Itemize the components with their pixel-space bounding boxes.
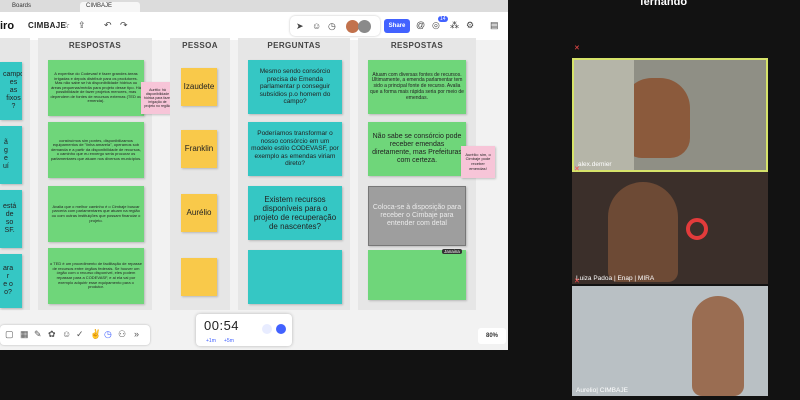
timer-add-5m[interactable]: +5m bbox=[224, 338, 234, 344]
sticky-note[interactable]: Avalia que o melhor caminho é o Cimbaje … bbox=[48, 186, 144, 242]
sticker-icon[interactable]: ✿ bbox=[48, 329, 56, 340]
reactions-icon[interactable]: ☺ bbox=[312, 21, 321, 31]
sticky-note[interactable]: o TED é um procedimento de facilitação d… bbox=[48, 248, 144, 304]
sticky-note[interactable]: construímos sim pontes, disponibilizamos… bbox=[48, 122, 144, 178]
column-title: RESPOSTAS bbox=[390, 41, 444, 50]
emoji-icon[interactable]: ☺ bbox=[62, 329, 71, 339]
brand-logo bbox=[686, 218, 708, 240]
edit-icon[interactable]: ✎ bbox=[34, 329, 42, 340]
collaboration-toolbar: ➤ ☺ ◷ bbox=[290, 16, 380, 36]
sticky-note[interactable]: está de so SF. bbox=[0, 190, 22, 248]
presenter-name: fernando bbox=[640, 0, 688, 8]
sticky-note[interactable]: ã g e uí bbox=[0, 126, 22, 184]
timer-tool-icon[interactable]: ◷ bbox=[104, 329, 112, 340]
sticky-note[interactable] bbox=[248, 250, 342, 304]
sticky-note[interactable]: campo es as fixos ? bbox=[0, 62, 22, 120]
timer-value: 00:54 bbox=[204, 318, 240, 333]
sticky-note[interactable]: Franklin bbox=[181, 130, 217, 168]
miro-toolbar: iro CIMBAJE ☆ ⇪ ↶ ↷ ➤ ☺ ◷ Share @ ◎ 14 ⁂… bbox=[0, 12, 508, 40]
sticky-note[interactable]: Izaudete bbox=[181, 68, 217, 106]
settings-icon[interactable]: ⚙ bbox=[466, 20, 474, 31]
sticky-note[interactable] bbox=[181, 258, 217, 296]
avatar[interactable] bbox=[358, 20, 371, 33]
mic-muted-icon: ✕ bbox=[574, 45, 580, 52]
expand-icon[interactable]: » bbox=[134, 329, 139, 339]
zoom-level[interactable]: 80% bbox=[478, 328, 506, 344]
column-respostas-1: RESPOSTAS A expertise do Codevasf é faze… bbox=[38, 38, 152, 310]
timer-icon[interactable]: ◷ bbox=[328, 21, 336, 32]
sticky-note[interactable]: Poderíamos transformar o nosso consórcio… bbox=[248, 122, 342, 176]
column-title: RESPOSTAS bbox=[68, 41, 122, 50]
participant-tile-1[interactable]: alex.demier bbox=[572, 58, 768, 172]
miro-logo: iro bbox=[0, 20, 15, 32]
sticky-note[interactable]: Mesmo sendo consórcio precisa de Emenda … bbox=[248, 60, 342, 114]
star-icon[interactable]: ☆ bbox=[62, 20, 70, 31]
sticky-note[interactable]: ara r e o o? bbox=[0, 254, 22, 308]
participant-name: alex.demier bbox=[578, 161, 612, 168]
participant-tile-3[interactable]: Aurelio| CIMBAJE bbox=[572, 286, 768, 396]
participant-tile-2[interactable]: Luiza Padoa | Enap | MIRA bbox=[572, 172, 768, 284]
participant-video bbox=[608, 182, 678, 282]
cursor-icon[interactable]: ➤ bbox=[296, 21, 304, 32]
mentions-icon[interactable]: @ bbox=[416, 20, 425, 30]
column-perguntas: PERGUNTAS Mesmo sendo consórcio precisa … bbox=[238, 38, 350, 310]
vote-icon[interactable]: ✓ bbox=[76, 329, 84, 340]
timer-add-1m[interactable]: +1m bbox=[206, 338, 216, 344]
undo-icon[interactable]: ↶ bbox=[104, 20, 112, 31]
sticky-note[interactable]: Existem recursos disponíveis para o proj… bbox=[248, 186, 342, 240]
stop-icon[interactable] bbox=[262, 324, 272, 334]
column-pessoa: PESSOA Izaudete Franklin Aurélio bbox=[170, 38, 230, 310]
video-call-screen: Boards CIMBAJE iro CIMBAJE ☆ ⇪ ↶ ↷ ➤ ☺ ◷… bbox=[0, 0, 800, 400]
export-icon[interactable]: ⇪ bbox=[78, 20, 86, 31]
pause-icon[interactable] bbox=[276, 324, 286, 334]
participant-video bbox=[692, 296, 744, 396]
notification-badge: 14 bbox=[438, 16, 448, 22]
sticky-note[interactable]: Não sabe se consórcio pode receber emend… bbox=[368, 122, 466, 176]
browser-tab-boards[interactable]: Boards bbox=[6, 2, 76, 12]
mic-muted-icon: ✕ bbox=[574, 278, 580, 285]
column-respostas-2: RESPOSTAS Atuam com diversas fontes de r… bbox=[358, 38, 476, 310]
column-title: PESSOA bbox=[182, 41, 218, 50]
table-icon[interactable]: ▦ bbox=[20, 329, 29, 340]
sticky-note[interactable]: A expertise do Codevasf é fazer grandes … bbox=[48, 60, 144, 116]
redo-icon[interactable]: ↷ bbox=[120, 20, 128, 31]
browser-tab-cimbaje[interactable]: CIMBAJE bbox=[80, 2, 140, 12]
column-partial-left: campo es as fixos ? ã g e uí está de so … bbox=[0, 38, 30, 310]
like-icon[interactable]: ✌ bbox=[90, 329, 101, 340]
board-name[interactable]: CIMBAJE bbox=[28, 21, 66, 30]
bottom-toolbar: ▢ ▦ ✎ ✿ ☺ ✓ ✌ ◷ ⚇ » bbox=[0, 325, 150, 345]
video-background bbox=[574, 60, 634, 170]
comment-sticky[interactable]: Aurélio: sim, o Cimbaje pode receber eme… bbox=[461, 146, 495, 178]
share-button[interactable]: Share bbox=[384, 19, 410, 33]
more-icon[interactable]: ⚇ bbox=[118, 329, 126, 340]
sticky-note[interactable]: Aurélio bbox=[181, 194, 217, 232]
cursor-label: Janaina bbox=[442, 249, 462, 254]
shared-screen: Boards CIMBAJE iro CIMBAJE ☆ ⇪ ↶ ↷ ➤ ☺ ◷… bbox=[0, 0, 508, 350]
comment-icon[interactable]: ▢ bbox=[5, 329, 14, 340]
timer-widget: 00:54 +1m +5m bbox=[196, 314, 292, 346]
browser-tab-bar: Boards CIMBAJE bbox=[0, 0, 508, 12]
sticky-note-selected[interactable]: Coloca-se à disposição para receber o Ci… bbox=[368, 186, 466, 246]
participant-name: Luiza Padoa | Enap | MIRA bbox=[576, 275, 655, 282]
sticky-note[interactable]: Atuam com diversas fontes de recursos. U… bbox=[368, 60, 466, 114]
column-title: PERGUNTAS bbox=[267, 41, 321, 50]
notes-icon[interactable]: ▤ bbox=[490, 20, 499, 31]
sticky-note[interactable] bbox=[368, 250, 466, 300]
participant-name: Aurelio| CIMBAJE bbox=[576, 387, 628, 394]
apps-icon[interactable]: ⁂ bbox=[450, 20, 459, 31]
